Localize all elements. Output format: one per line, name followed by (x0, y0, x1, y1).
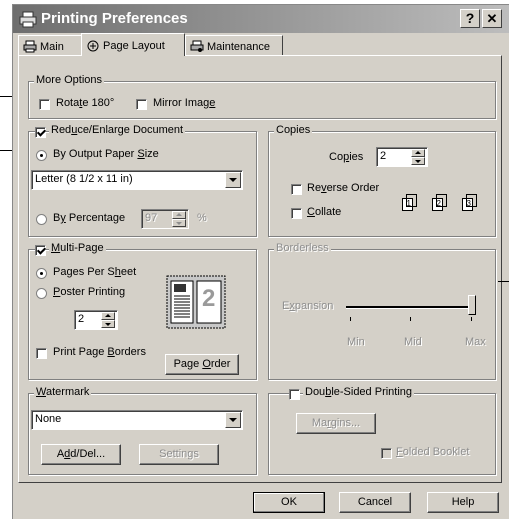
by-percentage-radio[interactable] (36, 214, 47, 225)
slider-mid-label: Mid (404, 336, 422, 348)
by-output-paper-size-label[interactable]: By Output Paper Size (53, 148, 159, 160)
pages-per-sheet-value: 2 (78, 313, 85, 325)
borderless-legend: Borderless (274, 242, 331, 254)
paper-size-value: Letter (8 1/2 x 11 in) (35, 173, 133, 185)
multi-page-checkbox[interactable] (35, 245, 46, 256)
more-options-group: More Options Rotate 180° Mirror Image (28, 74, 496, 119)
tab-maintenance-label: Maintenance (207, 40, 270, 53)
ok-button[interactable]: OK (253, 492, 325, 513)
callout-line-borderless (498, 281, 509, 282)
pages-per-sheet-spinner[interactable] (101, 312, 115, 328)
print-page-borders-checkbox[interactable] (36, 348, 47, 359)
collate-page-1b-icon (406, 194, 417, 207)
close-title-button[interactable]: ✕ (482, 9, 502, 28)
slider-max-label: Max (465, 336, 486, 348)
reduce-enlarge-group: Reduce/Enlarge Document By Output Paper … (28, 124, 257, 237)
help-button[interactable]: Help (427, 492, 499, 513)
expansion-label: Expansion (282, 300, 334, 312)
chevron-down-icon[interactable] (225, 412, 241, 428)
poster-printing-label[interactable]: Poster Printing (53, 286, 125, 298)
watermark-settings-button[interactable]: Settings (139, 444, 219, 465)
double-sided-label[interactable]: Double-Sided Printing (303, 386, 415, 398)
by-percentage-label[interactable]: By Percentage (53, 212, 125, 224)
percentage-spinner[interactable] (172, 211, 186, 227)
expansion-slider[interactable] (346, 295, 478, 328)
reduce-enlarge-label[interactable]: Reduce/Enlarge Document (49, 124, 186, 136)
poster-printing-radio[interactable] (36, 288, 47, 299)
tab-maintenance[interactable]: Maintenance (185, 35, 283, 55)
copies-spinner[interactable] (411, 149, 425, 165)
printer-icon (19, 11, 37, 28)
cancel-button[interactable]: Cancel (339, 492, 411, 513)
slider-tick-max (471, 317, 472, 321)
percentage-value: 97 (145, 212, 158, 224)
collate-label[interactable]: Collate (307, 206, 341, 218)
maintenance-icon (190, 40, 204, 52)
slider-min-label: Min (347, 336, 365, 348)
tab-main[interactable]: Main (18, 35, 82, 55)
rotate-180-checkbox[interactable] (39, 99, 50, 110)
folded-booklet-label[interactable]: Folded Booklet (396, 446, 469, 458)
page-order-button[interactable]: Page Order (165, 354, 239, 375)
by-output-paper-size-radio[interactable] (36, 150, 47, 161)
copies-field[interactable]: 2 (376, 147, 428, 167)
chevron-down-icon[interactable] (225, 172, 241, 188)
watermark-value: None (35, 413, 62, 425)
mirror-image-checkbox[interactable] (136, 99, 147, 110)
expansion-slider-thumb[interactable] (468, 295, 476, 315)
watermark-group: Watermark None Add/Del... Settings (28, 386, 257, 475)
collate-checkbox[interactable] (291, 208, 302, 219)
rotate-180-label[interactable]: Rotate 180° (56, 97, 114, 109)
double-sided-checkbox[interactable] (289, 389, 300, 400)
multi-page-preview-icon (166, 275, 226, 329)
tab-main-label: Main (40, 40, 64, 53)
percentage-field[interactable]: 97 (141, 209, 189, 229)
collate-page-3b-icon (466, 194, 477, 207)
collate-page-2b-icon (436, 194, 447, 207)
reduce-enlarge-checkbox[interactable] (35, 127, 46, 138)
reverse-order-checkbox[interactable] (291, 184, 302, 195)
more-options-legend: More Options (34, 74, 105, 86)
slider-tick-mid (410, 317, 411, 321)
multi-page-preview-number: 2 (202, 285, 216, 312)
printer-icon (23, 40, 37, 53)
add-del-button[interactable]: Add/Del... (41, 444, 121, 465)
page-layout-icon (87, 40, 99, 52)
multi-page-label[interactable]: Multi-Page (49, 242, 106, 254)
pages-per-sheet-radio[interactable] (36, 268, 47, 279)
double-sided-group: Double-Sided Printing Margins... Folded … (268, 386, 496, 475)
multi-page-group: Multi-Page Pages Per Sheet Poster Printi… (28, 242, 257, 380)
percent-unit-label: % (197, 212, 207, 224)
pages-per-sheet-field[interactable]: 2 (74, 310, 118, 330)
pages-per-sheet-label[interactable]: Pages Per Sheet (53, 266, 136, 278)
folded-booklet-checkbox[interactable] (381, 448, 392, 459)
mirror-image-label[interactable]: Mirror Image (153, 97, 215, 109)
margins-button[interactable]: Margins... (296, 413, 376, 434)
print-page-borders-label[interactable]: Print Page Borders (53, 346, 146, 358)
paper-size-dropdown[interactable]: Letter (8 1/2 x 11 in) (31, 170, 243, 190)
page-layout-panel: More Options Rotate 180° Mirror Image Re… (18, 55, 502, 483)
watermark-legend: Watermark (34, 386, 92, 398)
expansion-slider-track (346, 306, 474, 309)
tab-page-layout[interactable]: Page Layout (81, 33, 185, 56)
borderless-group: Borderless Expansion Min Mid Max (268, 242, 496, 380)
copies-value: 2 (380, 150, 387, 162)
slider-tick-min (350, 317, 351, 321)
copies-label: Copies (329, 151, 364, 163)
printing-preferences-window: Printing Preferences ? ✕ Main Page Layou… (12, 4, 509, 519)
copies-legend: Copies (274, 124, 313, 136)
help-title-button[interactable]: ? (460, 9, 480, 28)
tab-page-layout-label: Page Layout (103, 40, 165, 52)
copies-group: Copies Copies 2 Reverse Order Collate 1 … (268, 124, 496, 237)
window-title: Printing Preferences (41, 10, 188, 27)
reverse-order-label[interactable]: Reverse Order (307, 182, 379, 194)
title-bar[interactable]: Printing Preferences ? ✕ (13, 5, 509, 33)
watermark-dropdown[interactable]: None (31, 410, 243, 430)
